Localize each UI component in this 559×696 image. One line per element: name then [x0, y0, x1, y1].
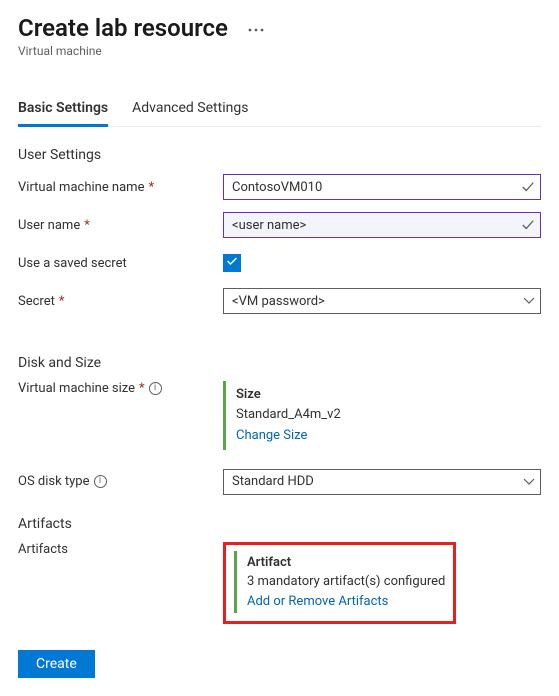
more-actions-button[interactable] — [242, 16, 270, 40]
user-name-input[interactable] — [223, 212, 541, 238]
required-marker: * — [59, 294, 65, 309]
artifacts-status: 3 mandatory artifact(s) configured — [247, 572, 445, 592]
section-disk-and-size: Disk and Size — [18, 355, 541, 371]
check-icon — [521, 180, 535, 194]
page-subtitle: Virtual machine — [18, 44, 541, 58]
secret-label: Secret — [18, 294, 55, 309]
add-remove-artifacts-link[interactable]: Add or Remove Artifacts — [247, 592, 388, 612]
user-name-field[interactable] — [223, 212, 541, 238]
info-icon[interactable]: i — [94, 475, 107, 488]
saved-secret-label: Use a saved secret — [18, 256, 127, 271]
vm-name-input[interactable] — [223, 174, 541, 200]
tab-basic-settings[interactable]: Basic Settings — [18, 92, 108, 126]
artifacts-highlight-box: Artifact 3 mandatory artifact(s) configu… — [223, 542, 456, 625]
more-horizontal-icon — [248, 21, 264, 36]
vm-size-block: Size Standard_A4m_v2 Change Size — [223, 381, 341, 450]
change-size-link[interactable]: Change Size — [236, 426, 307, 446]
section-artifacts: Artifacts — [18, 516, 541, 532]
required-marker: * — [84, 218, 90, 233]
vm-name-label: Virtual machine name — [18, 180, 144, 195]
create-button[interactable]: Create — [18, 650, 95, 678]
required-marker: * — [139, 381, 145, 396]
secret-field[interactable] — [223, 288, 541, 314]
os-disk-type-select[interactable] — [223, 469, 541, 495]
tab-bar: Basic Settings Advanced Settings — [18, 92, 541, 127]
section-user-settings: User Settings — [18, 147, 541, 163]
size-value: Standard_A4m_v2 — [236, 405, 341, 425]
size-heading: Size — [236, 385, 341, 405]
os-disk-type-label: OS disk type — [18, 474, 90, 489]
artifacts-block: Artifact 3 mandatory artifact(s) configu… — [234, 551, 445, 614]
artifacts-heading: Artifact — [247, 553, 445, 573]
vm-name-field[interactable] — [223, 174, 541, 200]
user-name-label: User name — [18, 218, 80, 233]
checkmark-icon — [226, 255, 238, 271]
secret-input[interactable] — [223, 288, 541, 314]
os-disk-type-value[interactable] — [223, 469, 541, 495]
saved-secret-checkbox[interactable] — [223, 254, 241, 272]
info-icon[interactable]: i — [149, 382, 162, 395]
page-title: Create lab resource — [18, 14, 228, 42]
check-icon — [521, 218, 535, 232]
required-marker: * — [148, 180, 154, 195]
tab-advanced-settings[interactable]: Advanced Settings — [132, 92, 248, 126]
artifacts-row-label: Artifacts — [18, 542, 68, 557]
vm-size-label: Virtual machine size — [18, 381, 135, 396]
